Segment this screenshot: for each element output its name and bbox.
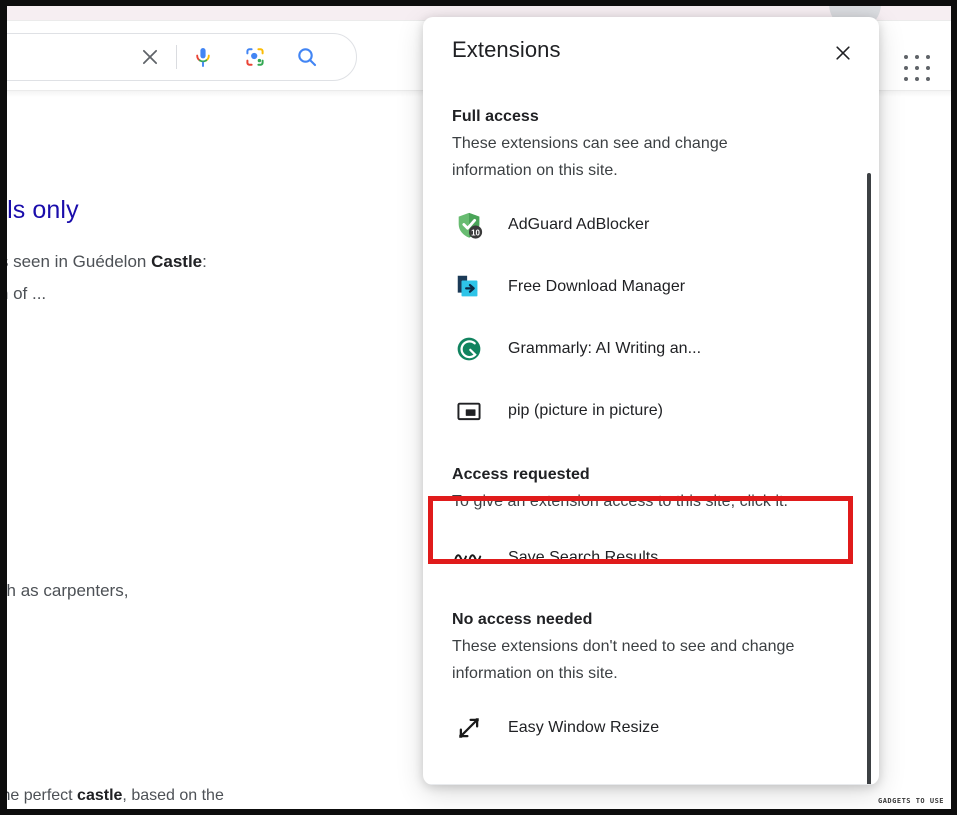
close-button[interactable] <box>827 37 859 69</box>
frame-edge-top <box>0 0 957 6</box>
search-result-snippet-3: the perfect castle, based on the <box>0 787 224 805</box>
extension-name: Grammarly: AI Writing an... <box>508 340 702 357</box>
section-description: These extensions can see and change info… <box>452 135 728 179</box>
lens-search-button[interactable] <box>229 33 281 81</box>
close-icon <box>836 46 850 60</box>
snippet-bold-castle: Castle <box>151 252 203 271</box>
extension-name: AdGuard AdBlocker <box>508 216 650 233</box>
microphone-icon <box>196 48 210 67</box>
voice-search-button[interactable] <box>177 33 229 81</box>
frame-edge-left <box>0 0 7 815</box>
panel-scrollbar-thumb[interactable] <box>867 173 871 785</box>
apps-grid-dot <box>926 65 931 70</box>
svg-text:10: 10 <box>471 228 480 237</box>
section-heading: Access requested <box>452 466 590 483</box>
apps-grid-dot <box>903 77 908 82</box>
frame-edge-right <box>951 0 957 815</box>
apps-grid-dot <box>914 54 919 59</box>
adguard-shield-icon: 10 <box>452 208 486 242</box>
extension-row-save-search-results[interactable]: Save Search Results <box>423 527 879 589</box>
page-title: Extensions <box>452 37 561 62</box>
snippet-text-1-tail: : <box>202 252 207 271</box>
apps-grid-dot <box>914 65 919 70</box>
section-description: These extensions don't need to see and c… <box>452 638 795 682</box>
close-icon <box>142 49 158 65</box>
apps-grid-dot <box>903 54 908 59</box>
section-no-access-needed: No access needed These extensions don't … <box>423 589 879 687</box>
snippet-text-5-post: , based on the <box>122 787 224 804</box>
save-search-results-icon <box>452 541 486 575</box>
submit-search-button[interactable] <box>281 33 333 81</box>
extension-row-pip[interactable]: pip (picture in picture) <box>423 380 879 442</box>
free-download-manager-icon <box>452 270 486 304</box>
section-heading: Full access <box>452 108 539 125</box>
search-result-title[interactable]: e tools only <box>0 196 79 225</box>
extension-name: Save Search Results <box>508 549 659 566</box>
extension-row-easy-window-resize[interactable]: Easy Window Resize <box>423 697 879 759</box>
snippet-text-1: necraft, as seen in Guédelon <box>0 252 147 271</box>
extension-row-adguard-adblocker[interactable]: 10 AdGuard AdBlocker <box>423 194 879 256</box>
clear-search-button[interactable] <box>124 33 176 81</box>
search-actions <box>124 33 333 81</box>
watermark: GADGETS TO USE <box>878 797 945 805</box>
extensions-header: Extensions <box>423 17 879 85</box>
snippet-bold-castle-2: castle <box>77 787 123 804</box>
apps-grid-dot <box>926 77 931 82</box>
extension-name: Free Download Manager <box>508 278 686 295</box>
google-apps-button[interactable] <box>900 51 934 85</box>
search-result-snippet: necraft, as seen in Guédelon Castle: ris… <box>0 246 207 310</box>
extension-row-free-download-manager[interactable]: Free Download Manager <box>423 256 879 318</box>
grammarly-icon <box>452 332 486 366</box>
extensions-popup: Extensions Full access These extensions … <box>423 17 879 785</box>
frame-edge-bottom <box>0 809 957 815</box>
extension-name: pip (picture in picture) <box>508 402 664 419</box>
extension-name: Easy Window Resize <box>508 719 660 736</box>
screenshot-root: e tools only necraft, as seen in Guédelo… <box>0 0 957 815</box>
section-access-requested: Access requested To give an extension ac… <box>423 442 879 515</box>
picture-in-picture-icon <box>452 394 486 428</box>
extension-row-grammarly[interactable]: Grammarly: AI Writing an... <box>423 318 879 380</box>
section-heading: No access needed <box>452 611 593 628</box>
google-lens-icon <box>246 48 264 66</box>
extensions-body: Full access These extensions can see and… <box>423 85 879 785</box>
apps-grid-dot <box>914 77 919 82</box>
search-result-snippet-2: ers, such as carpenters, f ... <box>0 574 128 642</box>
search-icon <box>298 48 317 67</box>
apps-grid-dot <box>926 54 931 59</box>
snippet-text-3: ers, such as carpenters, <box>0 581 129 600</box>
section-description: To give an extension access to this site… <box>452 493 789 510</box>
section-full-access: Full access These extensions can see and… <box>423 85 879 184</box>
snippet-text-5-pre: the perfect <box>0 787 78 804</box>
apps-grid-dot <box>903 65 908 70</box>
easy-window-resize-icon <box>452 711 486 745</box>
